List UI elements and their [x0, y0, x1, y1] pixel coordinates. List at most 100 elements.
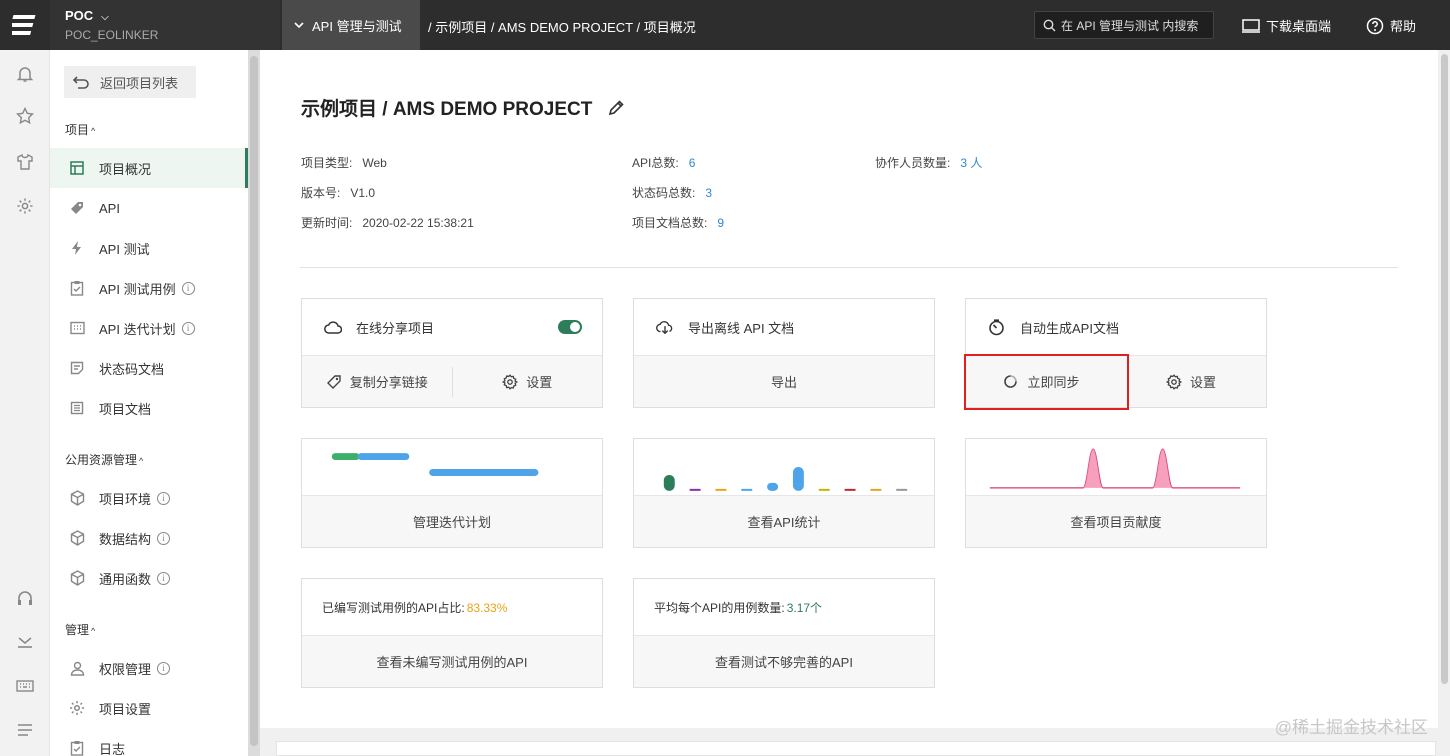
download-desktop-link[interactable]: 下载桌面端: [1242, 16, 1331, 35]
button-label: 查看测试不够完善的API: [715, 655, 853, 670]
keyboard-icon[interactable]: [15, 676, 35, 696]
info-icon[interactable]: i: [157, 571, 171, 585]
sidebar-item-label: 权限管理: [99, 661, 152, 677]
gear-icon: [68, 699, 86, 717]
sidebar-item-logs[interactable]: 日志: [50, 728, 248, 756]
group-title-project[interactable]: 项目 ^: [65, 121, 95, 138]
sidebar-item-label: API: [99, 200, 120, 216]
chevron-down-icon: ⌵: [101, 12, 109, 23]
group-title-text: 公用资源管理: [65, 453, 138, 467]
gear-icon: [1165, 373, 1182, 390]
star-icon[interactable]: [15, 106, 35, 126]
project-code: POC_EOLINKER: [65, 28, 159, 42]
sidebar-item-status-codes[interactable]: 状态码文档: [50, 348, 248, 388]
sidebar-item-label: 项目概况: [99, 161, 152, 177]
scrollbar-thumb[interactable]: [1441, 54, 1448, 684]
autogen-settings-button[interactable]: 设置: [1116, 356, 1266, 407]
project-name: POC: [65, 8, 94, 23]
info-icon[interactable]: i: [157, 661, 171, 675]
help-link[interactable]: 帮助: [1366, 16, 1416, 35]
sidebar-item-data-structure[interactable]: 数据结构 i: [50, 518, 248, 558]
view-contribution-button[interactable]: 查看项目贡献度: [966, 496, 1266, 547]
help-label: 帮助: [1390, 19, 1417, 34]
view-untested-apis-button[interactable]: 查看未编写测试用例的API: [302, 636, 602, 687]
sidebar-item-overview[interactable]: 项目概况: [50, 148, 248, 188]
sidebar-item-project-docs[interactable]: 项目文档: [50, 388, 248, 428]
group-title-shared-resources[interactable]: 公用资源管理 ^: [65, 451, 143, 468]
button-label: 查看未编写测试用例的API: [376, 655, 528, 670]
view-api-stats-button[interactable]: 查看API统计: [634, 496, 934, 547]
sidebar-item-environment[interactable]: 项目环境 i: [50, 478, 248, 518]
download-tray-icon[interactable]: [15, 632, 35, 652]
info-icon[interactable]: i: [157, 491, 171, 505]
export-button[interactable]: 导出: [634, 356, 934, 407]
timer-icon: [988, 319, 1006, 336]
tag-icon: [68, 199, 86, 217]
cube-icon: [68, 489, 86, 507]
coverage-label: 已编写测试用例的API占比:: [322, 601, 465, 615]
sidebar-scrollbar[interactable]: [248, 50, 260, 756]
chevron-up-icon: ^: [139, 456, 144, 466]
chevron-up-icon: ^: [91, 626, 96, 636]
copy-share-link-button[interactable]: 复制分享链接: [302, 356, 452, 407]
group-title-management[interactable]: 管理 ^: [65, 621, 95, 638]
table-icon: [68, 159, 86, 177]
search-input[interactable]: 在 API 管理与测试 内搜索: [1034, 11, 1214, 39]
info-icon[interactable]: i: [157, 531, 171, 545]
manage-iteration-button[interactable]: 管理迭代计划: [302, 496, 602, 547]
sidebar-item-project-settings[interactable]: 项目设置: [50, 688, 248, 728]
icon-rail: [0, 50, 50, 756]
sidebar-item-label: 项目设置: [99, 701, 152, 717]
meta-value-link[interactable]: 3 人: [960, 156, 982, 170]
card-title: 导出离线 API 文档: [688, 321, 795, 336]
meta-value-link[interactable]: 9: [717, 216, 724, 230]
shirt-icon[interactable]: [15, 152, 35, 172]
meta-key: API总数:: [632, 156, 679, 170]
meta-members: 协作人员数量: 3 人: [875, 154, 982, 171]
iteration-plan-card: 管理迭代计划: [301, 438, 603, 548]
search-placeholder: 在 API 管理与测试 内搜索: [1061, 18, 1199, 33]
meta-key: 版本号:: [301, 186, 341, 200]
sidebar: 返回项目列表 项目 ^ 项目概况 API API 测试 API 测试用例 i AP…: [50, 50, 248, 756]
menu-icon[interactable]: [15, 720, 35, 740]
contribution-card: 查看项目贡献度: [965, 438, 1267, 548]
project-switcher[interactable]: POC ⌵ POC_EOLINKER: [50, 0, 280, 50]
search-icon: [1043, 19, 1056, 31]
edit-pencil-icon[interactable]: [608, 99, 625, 116]
sidebar-item-label: 数据结构: [99, 531, 152, 547]
view-incomplete-tests-button[interactable]: 查看测试不够完善的API: [634, 636, 934, 687]
headset-icon[interactable]: [15, 588, 35, 608]
share-settings-button[interactable]: 设置: [453, 356, 603, 407]
coverage-value: 83.33%: [466, 600, 508, 615]
meta-value-link[interactable]: 3: [705, 186, 712, 200]
scrollbar-thumb[interactable]: [250, 56, 258, 746]
sidebar-item-common-functions[interactable]: 通用函数 i: [50, 558, 248, 598]
main-scrollbar[interactable]: [1438, 50, 1450, 756]
share-toggle[interactable]: [558, 320, 582, 334]
back-to-projects-button[interactable]: 返回项目列表: [64, 66, 196, 98]
export-docs-card: 导出离线 API 文档 导出: [633, 298, 935, 408]
sidebar-item-label: API 迭代计划: [99, 321, 176, 337]
sidebar-item-label: API 测试用例: [99, 281, 176, 297]
clipboard-icon: [68, 739, 86, 756]
code-doc-icon: [68, 359, 86, 377]
meta-version: 版本号: V1.0: [301, 184, 375, 201]
info-icon[interactable]: i: [181, 281, 195, 295]
info-icon[interactable]: i: [181, 321, 195, 335]
eolinker-logo[interactable]: [0, 0, 50, 50]
meta-project-type: 项目类型: Web: [301, 154, 387, 171]
meta-value-link[interactable]: 6: [689, 156, 696, 170]
meta-value: V1.0: [350, 186, 376, 200]
sidebar-item-permissions[interactable]: 权限管理 i: [50, 648, 248, 688]
doc-icon: [68, 399, 86, 417]
gear-icon[interactable]: [15, 196, 35, 216]
button-label: 查看项目贡献度: [1070, 515, 1162, 530]
cube-icon: [68, 569, 86, 587]
sidebar-item-api-iteration[interactable]: API 迭代计划 i: [50, 308, 248, 348]
sidebar-item-api-test[interactable]: API 测试: [50, 228, 248, 268]
bell-icon[interactable]: [15, 64, 35, 84]
button-label: 管理迭代计划: [412, 515, 491, 530]
module-menu[interactable]: API 管理与测试: [282, 0, 420, 50]
sidebar-item-api-test-cases[interactable]: API 测试用例 i: [50, 268, 248, 308]
sidebar-item-api[interactable]: API: [50, 188, 248, 228]
